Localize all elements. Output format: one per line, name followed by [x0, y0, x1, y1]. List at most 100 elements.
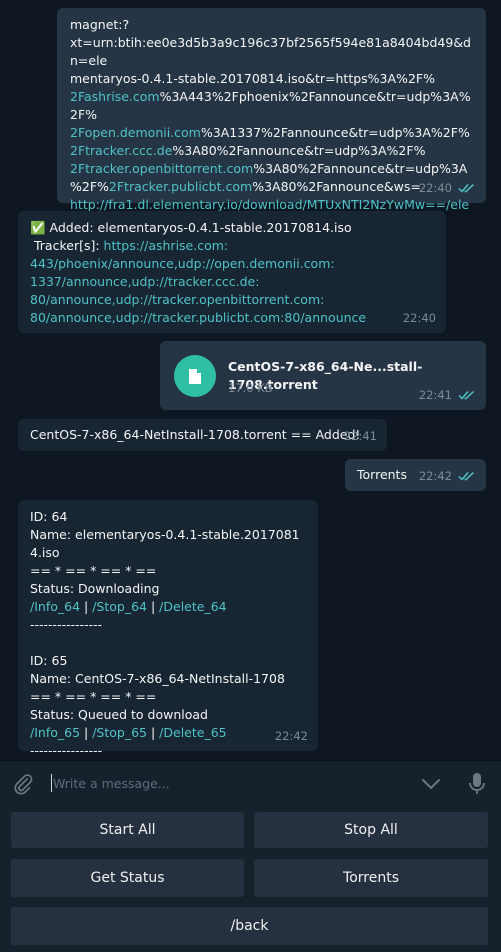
- message-added-elementary[interactable]: ✅ Added: elementaryos-0.4.1-stable.20170…: [18, 211, 446, 333]
- chevron-down-icon: [422, 779, 440, 790]
- message-link[interactable]: 443/phoenix/announce,udp://open.demonii.…: [30, 256, 335, 271]
- bot-keyboard: Start All Stop All Get Status Torrents /…: [0, 806, 501, 952]
- message-line: ✅ Added: elementaryos-0.4.1-stable.20170…: [30, 219, 436, 237]
- message-input[interactable]: Write a message...: [53, 776, 170, 791]
- message-line-text: Tracker[s]:: [30, 238, 104, 253]
- message-torrents-command[interactable]: Torrents 22:42: [345, 459, 486, 491]
- message-line-text: xt=urn:btih:ee0e3d5b3a9c196c37bf2565f594…: [70, 35, 471, 68]
- status-line: /Info_65 | /Stop_65 | /Delete_65: [30, 724, 308, 742]
- status-line: ----------------: [30, 742, 308, 760]
- message-link[interactable]: 1337/announce,udp://tracker.ccc.de:: [30, 274, 259, 289]
- status-text: == * == * == * ==: [30, 563, 157, 578]
- message-line: 2Fashrise.com%3A443%2Fphoenix%2Fannounce…: [70, 88, 476, 124]
- message-line: 80/announce,udp://tracker.publicbt.com:8…: [30, 309, 436, 327]
- message-link[interactable]: 80/announce,udp://tracker.openbittorrent…: [30, 292, 324, 307]
- file-icon: [189, 368, 201, 384]
- bot-command-link[interactable]: /Stop_65: [92, 725, 147, 740]
- message-torrent-status[interactable]: ID: 64 Name: elementaryos-0.4.1-stable.20…: [18, 500, 318, 758]
- message-time: 22:42: [274, 729, 308, 743]
- message-line-text: ✅ Added: elementaryos-0.4.1-stable.20170…: [30, 220, 352, 235]
- status-line: == * == * == * ==: [30, 688, 308, 706]
- message-line: xt=urn:btih:ee0e3d5b3a9c196c37bf2565f594…: [70, 34, 476, 70]
- bot-command-link[interactable]: /Info_65: [30, 725, 80, 740]
- status-line: /Info_64 | /Stop_64 | /Delete_64: [30, 598, 308, 616]
- message-composer: Write a message...: [0, 760, 501, 807]
- get-status-button[interactable]: Get Status: [11, 859, 244, 897]
- status-line: == * == * == * ==: [30, 562, 308, 580]
- status-line: ID: 65: [30, 652, 308, 670]
- status-text: ID: 64: [30, 509, 68, 524]
- message-link[interactable]: 2Ftracker.ccc.de: [70, 143, 172, 158]
- status-line: ----------------: [30, 616, 308, 634]
- bot-command-link[interactable]: /Info_64: [30, 599, 80, 614]
- torrents-button[interactable]: Torrents: [254, 859, 488, 897]
- status-text: Status: Downloading: [30, 581, 160, 596]
- status-text: [30, 635, 34, 650]
- message-line-text: %3A80%2Fannounce&tr=udp%3A: [253, 161, 468, 176]
- message-link[interactable]: 2Fopen.demonii.com: [70, 125, 201, 140]
- message-text: ✅ Added: elementaryos-0.4.1-stable.20170…: [30, 219, 436, 327]
- message-meta: 22:42: [419, 467, 476, 485]
- status-text: Name: CentOS-7-x86_64-NetInstall-1708: [30, 671, 285, 686]
- status-line: Name: elementaryos-0.4.1-stable.20170814…: [30, 526, 308, 562]
- bot-command-link[interactable]: /Delete_65: [159, 725, 226, 740]
- hide-keyboard-button[interactable]: [418, 771, 444, 797]
- status-line: Name: CentOS-7-x86_64-NetInstall-1708: [30, 670, 308, 688]
- message-time: 22:40: [418, 181, 452, 195]
- status-text: |: [147, 599, 160, 614]
- status-text: Status: Queued to download: [30, 707, 208, 722]
- message-added-centos[interactable]: CentOS-7-x86_64-NetInstall-1708.torrent …: [18, 419, 387, 451]
- status-text: |: [147, 725, 160, 740]
- file-download-button[interactable]: [174, 355, 216, 397]
- message-link[interactable]: 2Ftracker.openbittorrent.com: [70, 161, 253, 176]
- status-line: ID: 64: [30, 508, 308, 526]
- status-text: |: [80, 725, 93, 740]
- message-line: %2F%2Ftracker.publicbt.com%3A80%2Fannoun…: [70, 178, 476, 196]
- message-link[interactable]: https://ashrise.com:: [104, 238, 229, 253]
- message-line: 443/phoenix/announce,udp://open.demonii.…: [30, 255, 436, 273]
- stop-all-button[interactable]: Stop All: [254, 812, 488, 848]
- message-torrent-file[interactable]: CentOS-7-x86_64-Ne...stall-1708.torrent …: [160, 341, 486, 410]
- double-check-icon: [458, 471, 475, 481]
- message-link[interactable]: 2Fashrise.com: [70, 89, 160, 104]
- file-size: 17.0 KB: [228, 381, 273, 395]
- message-line: mentaryos-0.4.1-stable.20170814.iso&tr=h…: [70, 70, 476, 88]
- message-line-text: %3A1337%2Fannounce&tr=udp%3A%2F%: [200, 125, 470, 140]
- status-text: ----------------: [30, 743, 103, 758]
- message-meta: 22:42: [275, 727, 308, 745]
- message-line-text: magnet:?: [70, 17, 130, 32]
- message-line-text: %2F%: [70, 179, 109, 194]
- message-text: ID: 64 Name: elementaryos-0.4.1-stable.20…: [30, 508, 308, 760]
- paperclip-icon: [14, 774, 33, 795]
- message-meta: 22:41: [419, 386, 476, 404]
- text-cursor: [51, 774, 52, 792]
- attach-button[interactable]: [10, 771, 36, 797]
- status-text: |: [80, 599, 93, 614]
- message-line: 2Fopen.demonii.com%3A1337%2Fannounce&tr=…: [70, 124, 476, 142]
- message-meta: 22:41: [344, 427, 377, 445]
- message-line: 80/announce,udp://tracker.openbittorrent…: [30, 291, 436, 309]
- start-all-button[interactable]: Start All: [11, 812, 244, 848]
- message-line: 2Ftracker.openbittorrent.com%3A80%2Fanno…: [70, 160, 476, 178]
- message-line: 1337/announce,udp://tracker.ccc.de:: [30, 273, 436, 291]
- message-link[interactable]: 2Ftracker.publicbt.com: [109, 179, 252, 194]
- bot-command-link[interactable]: /Delete_64: [159, 599, 226, 614]
- status-text: == * == * == * ==: [30, 689, 157, 704]
- message-time: 22:41: [418, 388, 452, 402]
- message-magnet-link[interactable]: magnet:? xt=urn:btih:ee0e3d5b3a9c196c37bf…: [57, 8, 486, 248]
- status-text: ----------------: [30, 617, 103, 632]
- message-time: 22:42: [418, 469, 452, 483]
- message-text: CentOS-7-x86_64-NetInstall-1708.torrent …: [30, 427, 361, 442]
- bot-command-link[interactable]: /Stop_64: [92, 599, 147, 614]
- double-check-icon: [458, 183, 475, 193]
- back-button[interactable]: /back: [11, 907, 488, 945]
- message-link[interactable]: 80/announce,udp://tracker.publicbt.com:8…: [30, 310, 366, 325]
- voice-record-button[interactable]: [464, 770, 490, 798]
- message-line: Tracker[s]: https://ashrise.com:: [30, 237, 436, 255]
- status-line: Status: Downloading: [30, 580, 308, 598]
- message-line-text: mentaryos-0.4.1-stable.20170814.iso&tr=h…: [70, 71, 435, 86]
- chat-area[interactable]: magnet:? xt=urn:btih:ee0e3d5b3a9c196c37bf…: [0, 0, 501, 760]
- message-time: 22:40: [402, 311, 436, 325]
- status-text: Name: elementaryos-0.4.1-stable.20170814…: [30, 527, 300, 560]
- message-meta: 22:40: [419, 179, 476, 197]
